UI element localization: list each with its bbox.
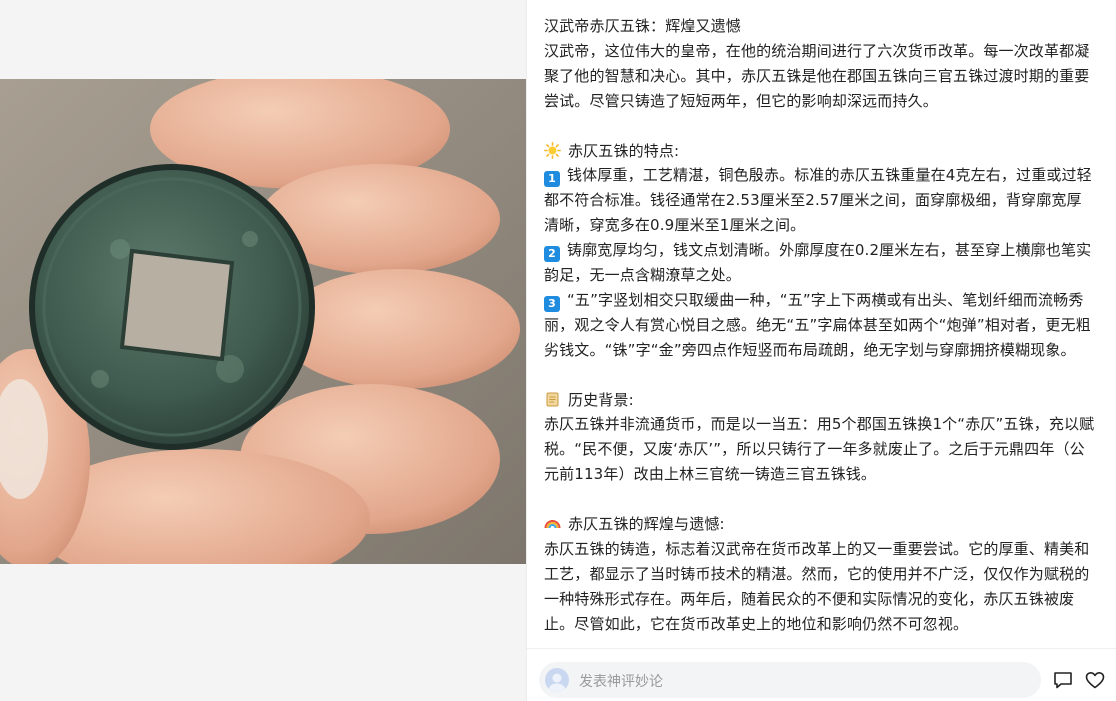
- avatar: [545, 668, 569, 692]
- features-heading: 赤仄五铢的特点:: [568, 141, 680, 160]
- feature-item-1: 1 钱体厚重，工艺精湛，铜色殷赤。标准的赤仄五铢重量在4克左右，过重或过轻都不符合…: [544, 163, 1096, 238]
- rainbow-icon: [544, 515, 561, 532]
- comment-icon[interactable]: [1052, 669, 1074, 691]
- article-title: 汉武帝赤仄五铢：辉煌又遗憾: [544, 17, 741, 35]
- feature-text-1: 钱体厚重，工艺精湛，铜色殷赤。标准的赤仄五铢重量在4克左右，过重或过轻都不符合标…: [544, 166, 1092, 235]
- article-body: 汉武帝赤仄五铢：辉煌又遗憾 汉武帝，这位伟大的皇帝，在他的统治期间进行了六次货币…: [544, 14, 1096, 646]
- glory-heading-line: 赤仄五铢的辉煌与遗憾:: [544, 512, 1096, 537]
- sun-icon: [544, 141, 562, 159]
- heart-icon[interactable]: [1084, 669, 1106, 691]
- feature-item-3: 3 “五”字竖划相交只取缓曲一种，“五”字上下两横或有出头、笔划纤细而流畅秀丽，观…: [544, 288, 1096, 363]
- glory-text: 赤仄五铢的铸造，标志着汉武帝在货币改革上的又一重要尝试。它的厚重、精美和工艺，都…: [544, 539, 1090, 633]
- coin-photo[interactable]: [0, 79, 526, 564]
- comment-input[interactable]: 发表神评妙论: [539, 662, 1041, 698]
- history-text: 赤仄五铢并非流通货币，而是以一当五：用5个郡国五铢换1个“赤仄”五铢，充以赋税。…: [544, 415, 1095, 484]
- history-heading-line: 历史背景:: [544, 388, 1096, 413]
- number-badge-1: 1: [544, 171, 560, 188]
- feature-text-3: “五”字竖划相交只取缓曲一种，“五”字上下两横或有出头、笔划纤细而流畅秀丽，观之…: [544, 290, 1091, 359]
- comment-placeholder: 发表神评妙论: [579, 674, 663, 690]
- history-heading: 历史背景:: [568, 390, 634, 409]
- glory-heading: 赤仄五铢的辉煌与遗憾:: [568, 515, 725, 534]
- number-badge-3: 3: [544, 295, 560, 312]
- feature-text-2: 铸廓宽厚均匀，钱文点划清晰。外廓厚度在0.2厘米左右，甚至穿上横廓也笔实韵足，无…: [544, 241, 1092, 285]
- article-pane: 汉武帝赤仄五铢：辉煌又遗憾 汉武帝，这位伟大的皇帝，在他的统治期间进行了六次货币…: [527, 0, 1116, 701]
- comment-bar: 发表神评妙论: [527, 648, 1116, 701]
- article-intro: 汉武帝，这位伟大的皇帝，在他的统治期间进行了六次货币改革。每一次改革都凝聚了他的…: [544, 41, 1090, 110]
- coin-photo-illustration: [0, 79, 526, 564]
- features-heading-line: 赤仄五铢的特点:: [544, 139, 1096, 164]
- number-badge-2: 2: [544, 246, 560, 263]
- feature-item-2: 2 铸廓宽厚均匀，钱文点划清晰。外廓厚度在0.2厘米左右，甚至穿上横廓也笔实韵足，…: [544, 238, 1096, 288]
- image-pane: [0, 0, 526, 701]
- scroll-icon: [544, 391, 561, 408]
